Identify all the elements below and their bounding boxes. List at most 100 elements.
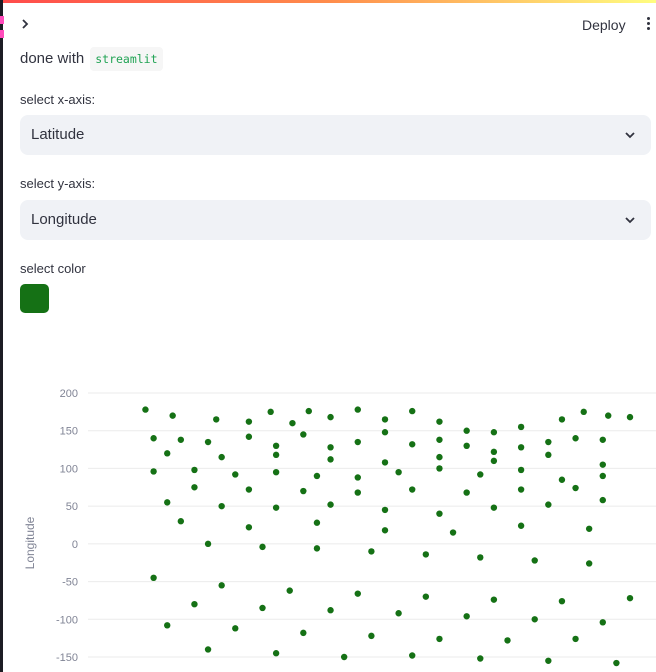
data-point bbox=[354, 590, 361, 597]
main-menu-button[interactable] bbox=[640, 15, 656, 37]
app-header: Deploy bbox=[0, 3, 656, 47]
data-point bbox=[164, 499, 171, 506]
data-point bbox=[300, 629, 307, 637]
data-point bbox=[490, 457, 498, 465]
data-point bbox=[531, 557, 538, 564]
data-point bbox=[572, 435, 579, 442]
data-point bbox=[409, 407, 416, 415]
y-axis-select[interactable]: Longitude bbox=[20, 200, 651, 240]
data-point bbox=[204, 540, 212, 548]
data-point bbox=[142, 406, 149, 413]
data-point bbox=[381, 459, 389, 466]
data-point bbox=[259, 604, 266, 612]
data-point bbox=[626, 413, 634, 421]
y-tick-label: 150 bbox=[60, 426, 78, 438]
data-point bbox=[300, 487, 307, 495]
data-point bbox=[599, 619, 606, 626]
sidebar-toggle-button[interactable] bbox=[14, 13, 36, 35]
data-point bbox=[327, 413, 334, 421]
kebab-menu-icon bbox=[646, 17, 650, 20]
data-point bbox=[381, 506, 389, 514]
data-point bbox=[327, 456, 334, 463]
data-point bbox=[436, 436, 443, 443]
chevron-down-icon bbox=[625, 217, 635, 224]
data-point bbox=[605, 412, 612, 419]
data-point bbox=[150, 468, 157, 475]
data-point bbox=[191, 466, 198, 474]
data-point bbox=[267, 408, 274, 416]
x-axis-select[interactable]: Latitude bbox=[20, 115, 651, 155]
data-point bbox=[436, 465, 443, 472]
y-tick-label: 0 bbox=[72, 539, 78, 551]
data-point bbox=[545, 657, 552, 664]
data-point bbox=[177, 436, 185, 443]
data-point bbox=[218, 502, 225, 510]
data-point bbox=[449, 529, 457, 536]
data-point bbox=[232, 471, 239, 478]
data-point bbox=[272, 442, 280, 449]
y-tick-label: -150 bbox=[56, 652, 78, 664]
chevron-right-icon bbox=[22, 19, 29, 29]
data-point bbox=[191, 601, 198, 608]
data-point bbox=[169, 412, 176, 419]
x-axis-select-value: Latitude bbox=[31, 126, 85, 143]
data-point bbox=[259, 543, 266, 551]
x-axis-select-label: select x-axis: bbox=[20, 92, 96, 107]
data-point bbox=[245, 433, 253, 440]
data-point bbox=[517, 466, 525, 474]
data-point bbox=[626, 594, 634, 602]
data-point bbox=[572, 635, 579, 643]
data-point bbox=[327, 607, 334, 614]
data-point bbox=[436, 635, 443, 643]
data-point bbox=[490, 504, 498, 511]
data-point bbox=[409, 652, 416, 659]
data-point bbox=[490, 596, 498, 603]
data-point bbox=[164, 622, 171, 629]
data-point bbox=[490, 429, 498, 436]
data-point bbox=[381, 527, 389, 534]
data-point bbox=[313, 472, 321, 480]
data-point bbox=[305, 407, 312, 415]
data-point bbox=[504, 637, 511, 644]
data-point bbox=[436, 453, 443, 461]
data-point bbox=[191, 484, 198, 491]
intro-label: done with bbox=[20, 50, 85, 67]
data-point bbox=[289, 419, 296, 427]
data-point bbox=[545, 438, 552, 446]
data-point bbox=[218, 582, 225, 589]
data-point bbox=[463, 442, 470, 449]
data-point bbox=[558, 416, 566, 423]
data-point bbox=[245, 418, 253, 425]
data-point bbox=[580, 408, 587, 416]
data-point bbox=[272, 504, 280, 511]
data-point bbox=[599, 496, 606, 504]
data-point bbox=[368, 632, 375, 640]
data-point bbox=[409, 441, 416, 448]
y-tick-label: 50 bbox=[66, 501, 78, 513]
color-picker-swatch[interactable] bbox=[20, 284, 49, 313]
data-point bbox=[204, 438, 212, 446]
data-point bbox=[368, 548, 375, 555]
data-point bbox=[517, 423, 525, 431]
data-point bbox=[395, 469, 402, 476]
data-point bbox=[558, 597, 566, 605]
data-point bbox=[150, 574, 157, 581]
data-point bbox=[477, 554, 484, 561]
data-point bbox=[245, 486, 253, 493]
deploy-button[interactable]: Deploy bbox=[572, 13, 636, 37]
data-point bbox=[354, 406, 361, 413]
kebab-menu-icon bbox=[646, 22, 650, 25]
y-axis-select-value: Longitude bbox=[31, 211, 97, 228]
data-point bbox=[585, 560, 593, 567]
data-point bbox=[599, 436, 606, 443]
data-point bbox=[272, 451, 280, 459]
data-point bbox=[395, 610, 402, 617]
data-point bbox=[477, 471, 484, 478]
data-point bbox=[422, 593, 430, 600]
y-tick-label: 100 bbox=[60, 463, 78, 475]
data-point bbox=[463, 427, 470, 434]
data-point bbox=[572, 484, 579, 492]
data-point bbox=[517, 486, 525, 493]
data-point bbox=[150, 435, 157, 442]
y-axis-label: Longitude bbox=[23, 516, 37, 569]
